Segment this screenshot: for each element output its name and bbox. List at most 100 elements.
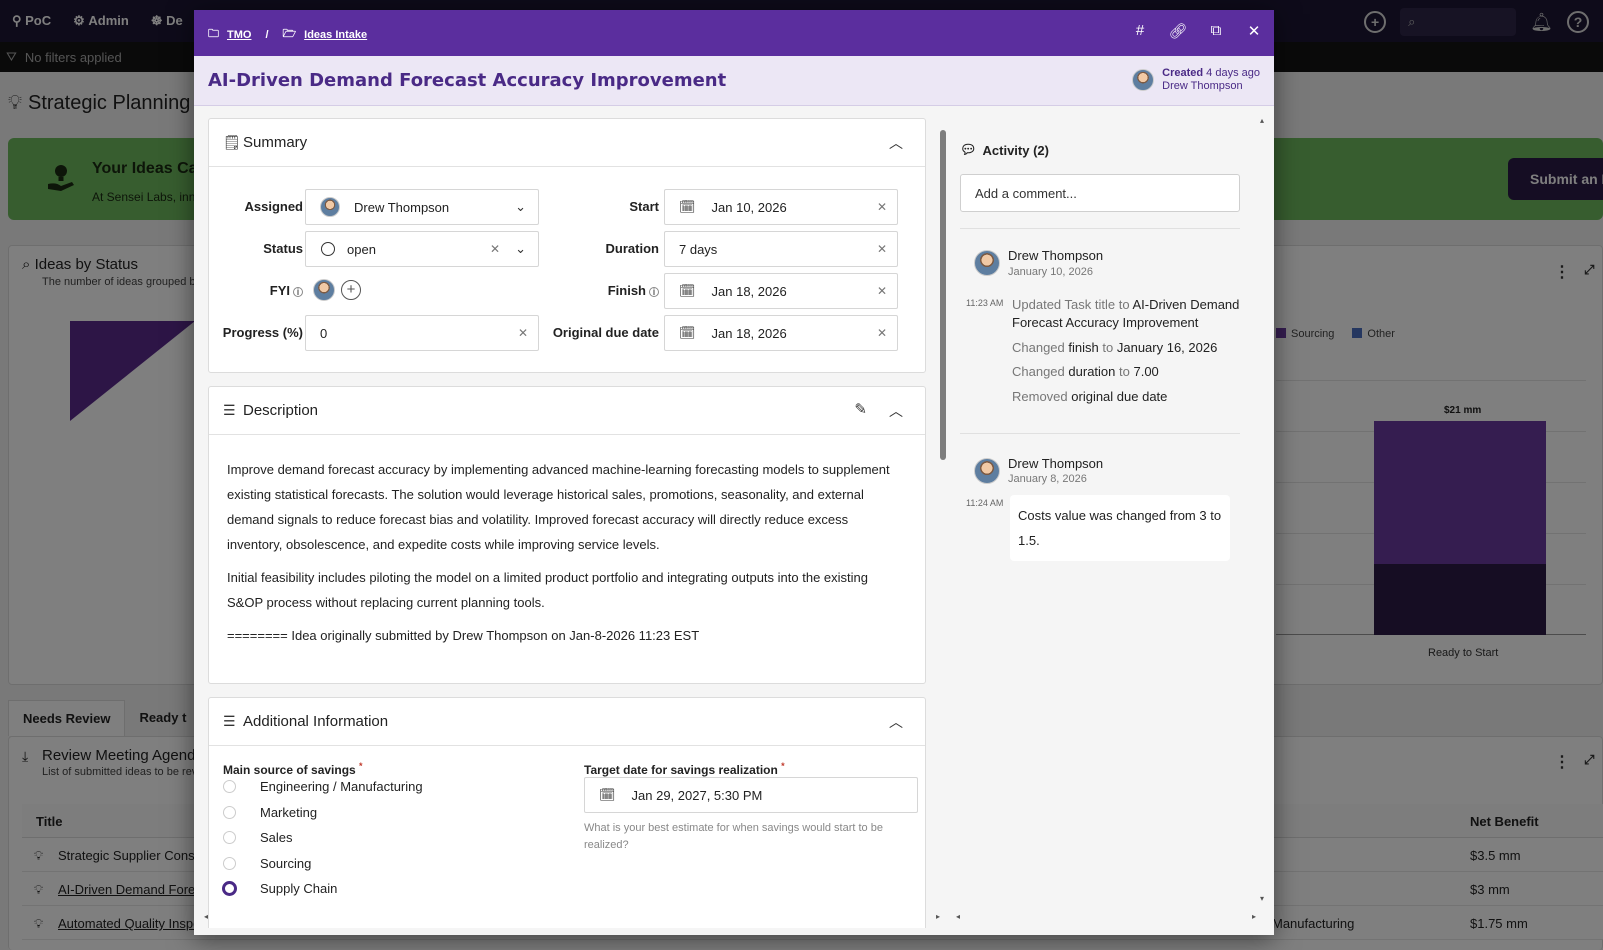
status-select[interactable]: open ✕ ⌄ xyxy=(305,231,539,267)
created-ago: 4 days ago xyxy=(1206,67,1260,79)
breadcrumb-tmo[interactable]: TMO xyxy=(227,29,251,41)
briefcase-icon: 🗀 xyxy=(208,28,219,40)
radio-option-selected[interactable]: Supply Chain xyxy=(209,881,337,896)
change-value: 7.00 xyxy=(1133,364,1159,379)
scroll-right-icon[interactable]: ▸ xyxy=(1252,912,1256,921)
radio-option[interactable]: Sales xyxy=(209,830,293,845)
avatar xyxy=(1132,69,1155,91)
summary-header[interactable]: 🗒 Summary ︿ xyxy=(209,119,925,167)
radio-button[interactable] xyxy=(223,806,236,819)
fyi-label-text: FYI xyxy=(269,283,290,298)
start-label: Start xyxy=(629,199,659,214)
finish-date-field[interactable]: 🗓︎ Jan 18, 2026 ✕ xyxy=(664,273,898,309)
activity-title: Activity (2) xyxy=(982,142,1049,158)
progress-input[interactable]: 0 ✕ xyxy=(305,315,539,351)
scroll-up-icon[interactable]: ▴ xyxy=(1260,116,1264,125)
radio-label: Sales xyxy=(260,830,293,845)
activity-date: January 8, 2026 xyxy=(1008,473,1087,485)
clear-icon[interactable]: ✕ xyxy=(877,200,887,214)
breadcrumb: 🗀 TMO / 🗁 Ideas Intake xyxy=(208,25,367,44)
duration-label: Duration xyxy=(605,241,659,256)
additional-info-title: Additional Information xyxy=(243,713,389,730)
info-icon[interactable]: i xyxy=(293,286,303,297)
radio-button[interactable] xyxy=(223,780,236,793)
details-scrollbar[interactable] xyxy=(938,122,948,922)
target-date-label: Target date for savings realization * xyxy=(584,761,785,777)
chevron-up-icon[interactable]: ︿ xyxy=(889,133,903,153)
fyi-label: FYI i xyxy=(229,283,303,298)
clear-icon[interactable]: ✕ xyxy=(877,242,887,256)
link-icon[interactable]: 🔗︎ xyxy=(1168,22,1188,40)
description-header[interactable]: ☰ Description ✎ ︿ xyxy=(209,387,925,435)
avatar xyxy=(320,197,340,217)
pencil-icon[interactable]: ✎ xyxy=(854,400,867,418)
scroll-right-icon[interactable]: ▸ xyxy=(936,912,940,921)
comment-input[interactable]: Add a comment... xyxy=(960,174,1240,212)
scroll-left-icon[interactable]: ◂ xyxy=(204,912,208,921)
additional-info-header[interactable]: ☰ Additional Information ︿ xyxy=(209,698,925,746)
radio-label: Engineering / Manufacturing xyxy=(260,779,423,794)
required-mark: * xyxy=(359,761,363,771)
radio-button-selected[interactable] xyxy=(222,881,237,896)
radio-option[interactable]: Marketing xyxy=(209,805,317,820)
close-icon[interactable]: ✕ xyxy=(1244,22,1264,40)
description-body: Improve demand forecast accuracy by impl… xyxy=(227,457,907,656)
description-section: ☰ Description ✎ ︿ Improve demand forecas… xyxy=(208,386,926,684)
radio-option[interactable]: Sourcing xyxy=(209,856,311,871)
original-due-field[interactable]: 🗓︎ Jan 18, 2026 ✕ xyxy=(664,315,898,351)
radio-button[interactable] xyxy=(223,831,236,844)
details-pane: 🗒 Summary ︿ Assigned Drew Thompson ⌄ Sta… xyxy=(208,118,926,928)
chevron-up-icon[interactable]: ︿ xyxy=(889,712,903,732)
breadcrumb-ideas-intake[interactable]: Ideas Intake xyxy=(304,29,367,41)
chevron-down-icon[interactable]: ⌄ xyxy=(515,199,526,215)
finish-label: Finish i xyxy=(559,283,659,298)
start-date-field[interactable]: 🗓︎ Jan 10, 2026 ✕ xyxy=(664,189,898,225)
assigned-select[interactable]: Drew Thompson ⌄ xyxy=(305,189,539,225)
add-user-icon[interactable]: + xyxy=(341,280,361,300)
chevron-up-icon[interactable]: ︿ xyxy=(889,401,903,421)
clear-icon[interactable]: ✕ xyxy=(877,284,887,298)
info-icon[interactable]: i xyxy=(649,286,659,297)
target-date-field[interactable]: 🗓︎ Jan 29, 2027, 5:30 PM xyxy=(584,777,918,813)
finish-label-text: Finish xyxy=(607,283,646,298)
fyi-users: + xyxy=(313,279,361,301)
created-by: Drew Thompson xyxy=(1162,80,1243,92)
summary-section: 🗒 Summary ︿ Assigned Drew Thompson ⌄ Sta… xyxy=(208,118,926,373)
modal-header-tools: # 🔗︎ ⧉ ✕ xyxy=(1130,22,1264,40)
calendar-icon[interactable]: 🗓︎ xyxy=(679,199,696,215)
clear-icon[interactable]: ✕ xyxy=(518,326,528,340)
change-to: to xyxy=(1119,364,1130,379)
description-paragraph: ======== Idea originally submitted by Dr… xyxy=(227,628,700,643)
hash-icon[interactable]: # xyxy=(1130,22,1150,40)
clear-icon[interactable]: ✕ xyxy=(490,242,500,256)
change-field: duration xyxy=(1068,364,1116,379)
target-date-label-text: Target date for savings realization xyxy=(584,763,778,777)
finish-value: Jan 18, 2026 xyxy=(711,283,787,299)
modal-header: 🗀 TMO / 🗁 Ideas Intake # 🔗︎ ⧉ ✕ xyxy=(194,10,1274,56)
original-due-label: Original due date xyxy=(552,325,659,340)
change-field: original due date xyxy=(1071,389,1168,404)
clear-icon[interactable]: ✕ xyxy=(877,326,887,340)
task-detail-modal: 🗀 TMO / 🗁 Ideas Intake # 🔗︎ ⧉ ✕ AI-Drive… xyxy=(194,10,1274,935)
open-external-icon[interactable]: ⧉ xyxy=(1206,22,1226,40)
radio-button[interactable] xyxy=(223,857,236,870)
calendar-icon[interactable]: 🗓︎ xyxy=(679,283,696,299)
description-title: Description xyxy=(243,402,319,419)
radio-label: Sourcing xyxy=(260,856,312,871)
chevron-down-icon[interactable]: ⌄ xyxy=(515,241,526,257)
radio-option[interactable]: Engineering / Manufacturing xyxy=(209,779,423,794)
scroll-down-icon[interactable]: ▾ xyxy=(1260,894,1264,903)
task-title[interactable]: AI-Driven Demand Forecast Accuracy Impro… xyxy=(208,70,726,91)
assigned-label: Assigned xyxy=(244,199,303,214)
radio-label: Marketing xyxy=(260,805,318,820)
activity-heading: 💬︎ Activity (2) xyxy=(960,142,1049,158)
duration-input[interactable]: 7 days ✕ xyxy=(664,231,898,267)
progress-value: 0 xyxy=(320,325,328,341)
calendar-icon[interactable]: 🗓︎ xyxy=(679,325,696,341)
created-label: Created xyxy=(1162,67,1204,79)
target-date-hint: What is your best estimate for when savi… xyxy=(584,822,883,851)
calendar-icon[interactable]: 🗓︎ xyxy=(599,787,616,803)
avatar[interactable] xyxy=(313,279,335,301)
change-verb: Changed xyxy=(1012,364,1065,379)
scrollbar-thumb[interactable] xyxy=(940,130,946,460)
